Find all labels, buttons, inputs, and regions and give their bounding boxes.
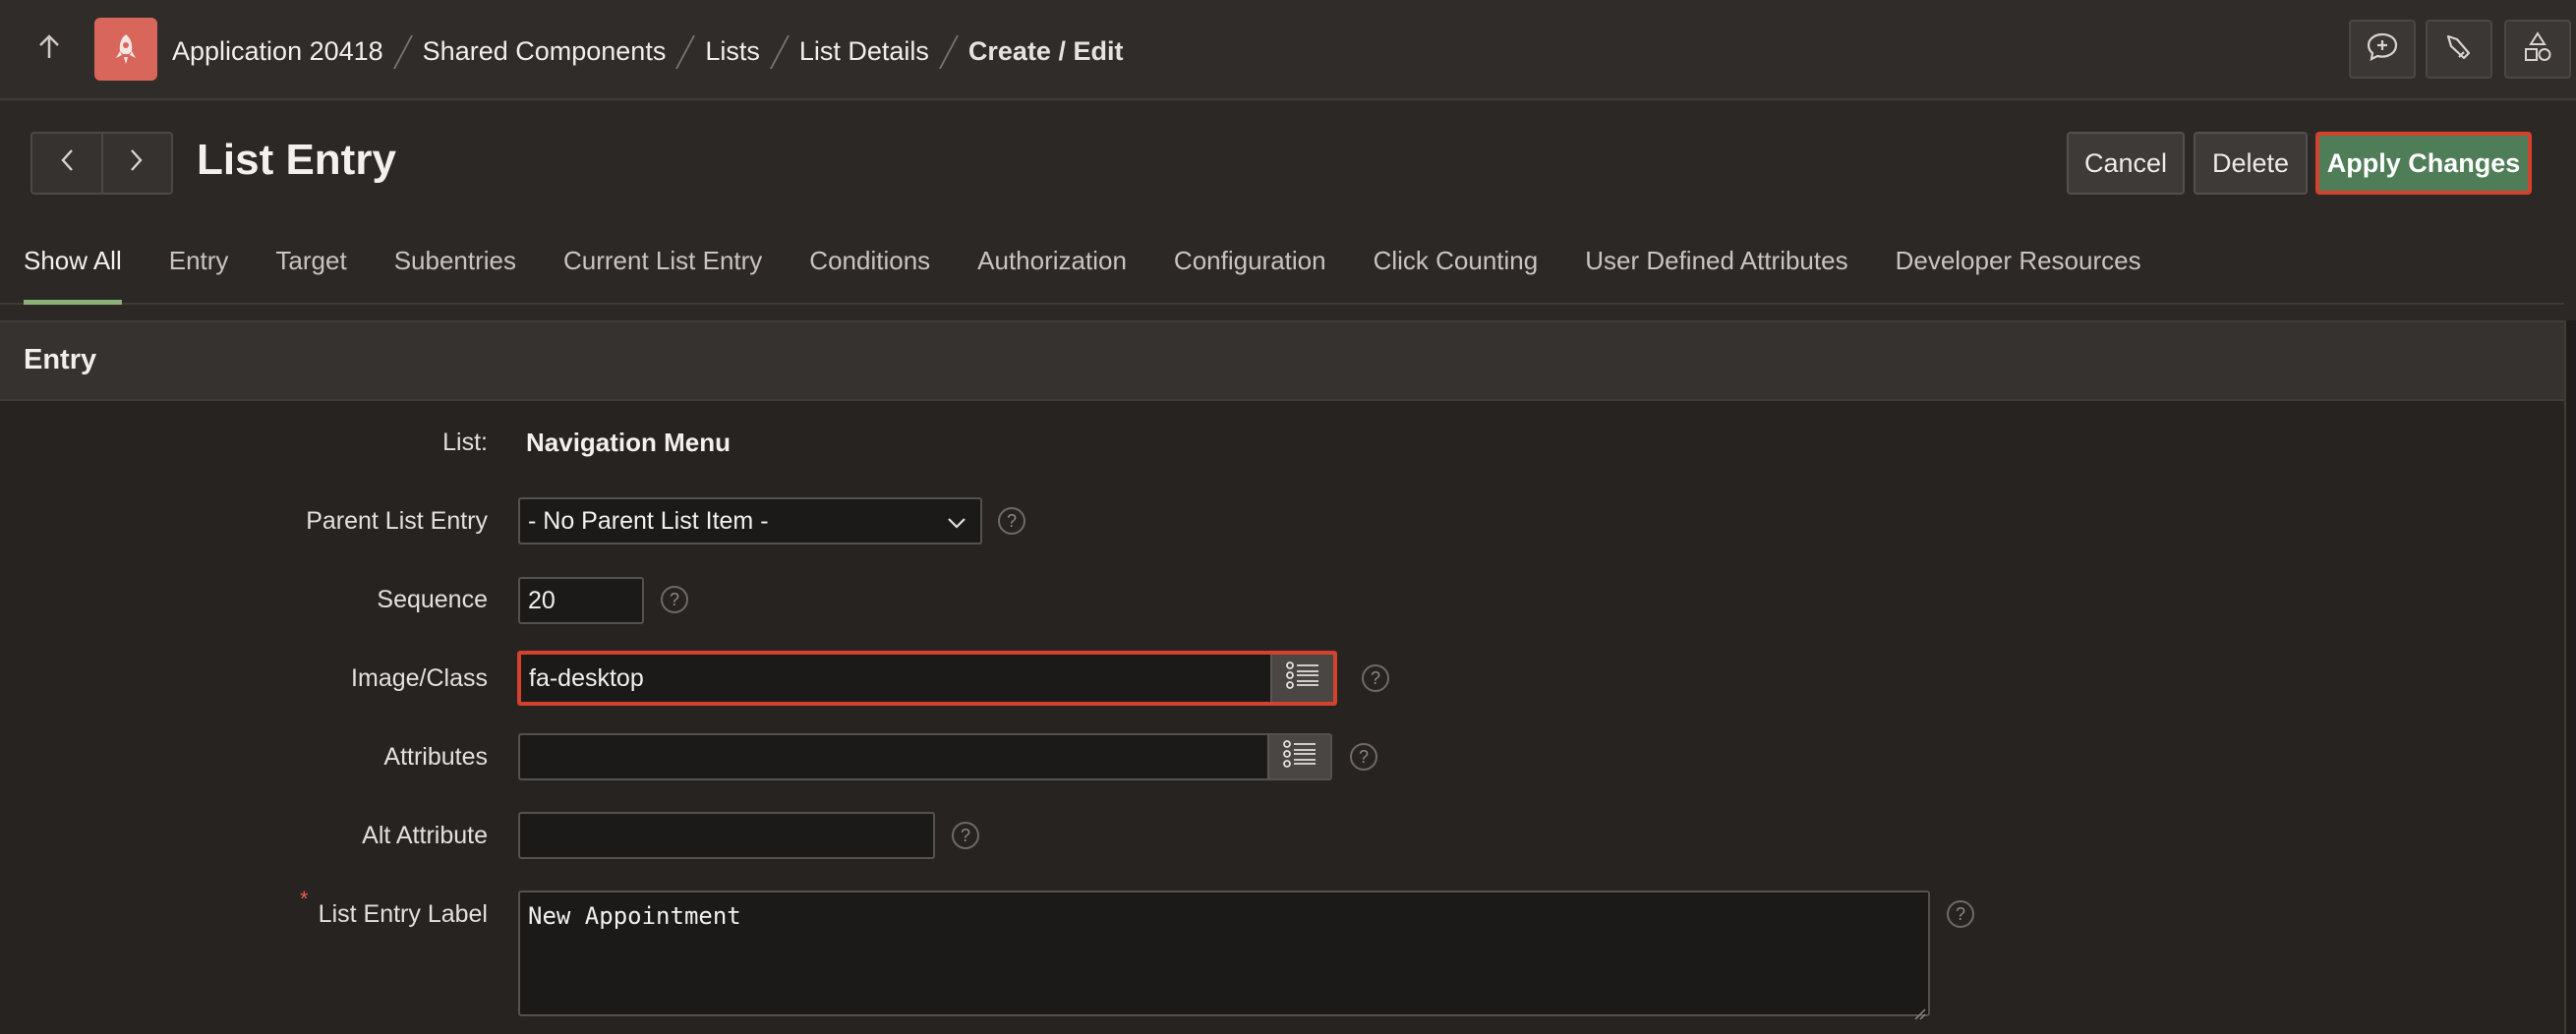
page-title: List Entry bbox=[197, 136, 396, 184]
tab-developer-resources[interactable]: Developer Resources bbox=[1896, 246, 2141, 303]
help-icon[interactable]: ? bbox=[998, 507, 1025, 535]
next-button[interactable] bbox=[100, 134, 172, 193]
record-navigation bbox=[30, 132, 173, 195]
chevron-left-icon bbox=[60, 146, 74, 180]
required-indicator: * bbox=[300, 887, 309, 911]
image-class-value: fa-desktop bbox=[529, 663, 644, 692]
tab-authorization[interactable]: Authorization bbox=[977, 246, 1127, 303]
sequence-input[interactable]: 20 bbox=[518, 577, 644, 624]
list-entry-label-value: New Appointment bbox=[528, 902, 741, 930]
breadcrumb-list-details[interactable]: List Details bbox=[799, 36, 929, 67]
breadcrumb-lists[interactable]: Lists bbox=[705, 36, 760, 67]
parent-list-entry-select[interactable]: - No Parent List Item - bbox=[518, 497, 982, 545]
chevron-down-icon bbox=[947, 507, 966, 536]
help-icon[interactable]: ? bbox=[952, 822, 979, 849]
scrollbar-track[interactable] bbox=[2564, 320, 2576, 1034]
chat-add-icon bbox=[2366, 31, 2399, 68]
list-label: List: bbox=[442, 429, 488, 456]
alt-attribute-label: Alt Attribute bbox=[362, 822, 488, 849]
breadcrumb-application[interactable]: Application 20418 bbox=[172, 36, 383, 67]
alt-attribute-input[interactable] bbox=[518, 812, 935, 859]
attributes-list-button[interactable] bbox=[1267, 735, 1330, 778]
breadcrumb-separator bbox=[675, 34, 695, 68]
list-popup-icon bbox=[1286, 661, 1319, 696]
tab-conditions[interactable]: Conditions bbox=[809, 246, 930, 303]
broom-icon bbox=[2443, 31, 2475, 68]
shared-components-button[interactable] bbox=[2504, 20, 2571, 79]
delete-button[interactable]: Delete bbox=[2194, 132, 2308, 195]
tab-entry[interactable]: Entry bbox=[169, 246, 229, 303]
help-icon[interactable]: ? bbox=[661, 586, 688, 613]
list-entry-label-textarea[interactable]: New Appointment bbox=[518, 890, 1930, 1020]
app-logo-icon[interactable] bbox=[94, 18, 157, 81]
list-popup-icon bbox=[1283, 739, 1317, 775]
resize-handle-icon[interactable] bbox=[1912, 999, 1926, 1020]
tab-user-defined-attributes[interactable]: User Defined Attributes bbox=[1585, 246, 1847, 303]
breadcrumb-separator bbox=[770, 34, 790, 68]
image-class-list-button[interactable] bbox=[1270, 655, 1333, 702]
arrow-up-icon bbox=[37, 34, 61, 68]
tab-target[interactable]: Target bbox=[275, 246, 346, 303]
list-entry-label-label: List Entry Label bbox=[318, 900, 488, 928]
breadcrumb-current: Create / Edit bbox=[967, 35, 1124, 66]
breadcrumb-separator bbox=[393, 34, 413, 68]
list-value: Navigation Menu bbox=[526, 428, 732, 457]
chevron-right-icon bbox=[130, 146, 144, 180]
attributes-label: Attributes bbox=[383, 743, 488, 771]
apply-changes-button[interactable]: Apply Changes bbox=[2315, 132, 2532, 195]
breadcrumb-separator bbox=[939, 34, 959, 68]
image-class-label: Image/Class bbox=[351, 664, 488, 692]
utilities-button[interactable] bbox=[2426, 20, 2492, 79]
tab-configuration[interactable]: Configuration bbox=[1174, 246, 1326, 303]
tab-subentries[interactable]: Subentries bbox=[394, 246, 516, 303]
entry-region-header: Entry bbox=[0, 320, 2564, 401]
tab-click-counting[interactable]: Click Counting bbox=[1374, 246, 1539, 303]
breadcrumb: Application 20418 Shared Components List… bbox=[172, 29, 1123, 73]
parent-list-entry-value: - No Parent List Item - bbox=[528, 506, 769, 535]
help-icon[interactable]: ? bbox=[1362, 664, 1389, 692]
help-icon[interactable]: ? bbox=[1350, 743, 1377, 771]
region-title: Entry bbox=[24, 344, 97, 375]
previous-button[interactable] bbox=[32, 134, 101, 193]
sequence-label: Sequence bbox=[377, 586, 488, 613]
navigate-up-button[interactable] bbox=[26, 29, 73, 73]
image-class-input[interactable]: fa-desktop bbox=[517, 651, 1337, 706]
tab-show-all[interactable]: Show All bbox=[24, 246, 122, 305]
breadcrumb-shared-components[interactable]: Shared Components bbox=[423, 36, 667, 67]
parent-list-entry-label: Parent List Entry bbox=[306, 507, 488, 535]
shapes-icon bbox=[2522, 30, 2553, 69]
tab-bar: Show All Entry Target Subentries Current… bbox=[0, 246, 2564, 305]
cancel-button[interactable]: Cancel bbox=[2067, 132, 2185, 195]
attributes-input[interactable] bbox=[518, 733, 1332, 780]
top-bar: Application 20418 Shared Components List… bbox=[0, 0, 2576, 100]
tab-current-list-entry[interactable]: Current List Entry bbox=[563, 246, 762, 303]
feedback-button[interactable] bbox=[2349, 20, 2416, 79]
help-icon[interactable]: ? bbox=[1947, 900, 1974, 928]
